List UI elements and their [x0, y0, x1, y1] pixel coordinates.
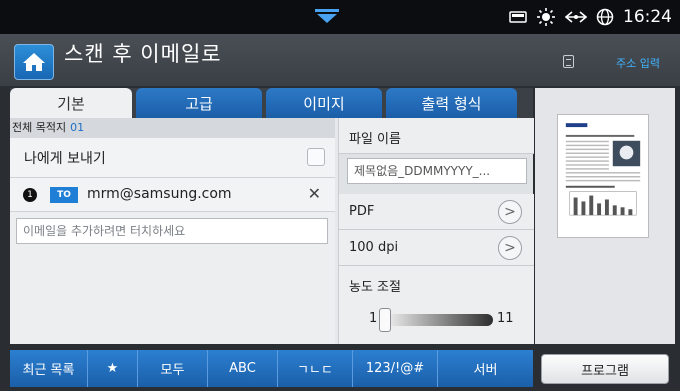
tab-output-format[interactable]: 출력 형식	[386, 88, 517, 118]
chevron-right-icon[interactable]: >	[498, 200, 522, 224]
density-label: 농도 조절	[349, 280, 401, 295]
tab-bar: 기본 고급 이미지 출력 형식	[10, 88, 533, 118]
address-entry-button[interactable]: 주소 입력	[616, 55, 660, 71]
server-button[interactable]: 서버	[438, 350, 533, 387]
pull-down-icon[interactable]	[313, 8, 341, 24]
eco-sun-icon	[537, 8, 555, 26]
preview-pane	[535, 88, 675, 344]
chevron-right-icon[interactable]: >	[498, 236, 522, 260]
globe-icon	[596, 8, 614, 26]
add-recipient-area: 이메일을 추가하려면 터치하세요	[10, 212, 335, 344]
abc-button[interactable]: ABC	[208, 350, 278, 387]
density-min-label: 1	[369, 311, 378, 326]
clock: 16:24	[623, 7, 672, 27]
keyboard-mode-bar: 최근 목록 ★ 모두 ABC ㄱㄴㄷ 123/!@# 서버	[10, 350, 533, 387]
recipient-row[interactable]: 1 TO mrm@samsung.com ✕	[10, 178, 335, 212]
korean-button[interactable]: ㄱㄴㄷ	[278, 350, 353, 387]
file-name-row: 파일 이름	[339, 118, 534, 154]
send-to-me-row[interactable]: 나에게 보내기	[10, 138, 335, 178]
density-row: 농도 조절 1 11	[339, 266, 534, 344]
address-book-icon[interactable]	[563, 55, 574, 68]
file-format-row[interactable]: PDF >	[339, 194, 534, 230]
all-button[interactable]: 모두	[138, 350, 208, 387]
file-format-value: PDF	[349, 204, 375, 219]
tab-basic[interactable]: 기본	[10, 88, 132, 118]
recipient-type-badge: TO	[50, 187, 78, 203]
destination-header: 전체 목적지 01	[10, 118, 335, 138]
tab-image[interactable]: 이미지	[266, 88, 382, 118]
settings-panel: 파일 이름 제목없음_DDMMYYYY_... PDF > 100 dpi > …	[338, 118, 534, 344]
density-slider-handle[interactable]	[379, 308, 391, 332]
home-button[interactable]	[14, 44, 54, 80]
page-title: 스캔 후 이메일로	[64, 42, 222, 66]
home-icon	[23, 53, 45, 71]
recent-list-button[interactable]: 최근 목록	[10, 350, 88, 387]
symbols-button[interactable]: 123/!@#	[353, 350, 438, 387]
tab-advanced[interactable]: 고급	[136, 88, 262, 118]
send-to-me-label: 나에게 보내기	[24, 151, 106, 167]
destination-count: 01	[70, 121, 85, 134]
density-slider[interactable]	[383, 314, 493, 326]
favorites-button[interactable]: ★	[88, 350, 138, 387]
recipient-address: mrm@samsung.com	[87, 186, 232, 202]
add-email-input[interactable]: 이메일을 추가하려면 터치하세요	[16, 218, 328, 244]
density-max-label: 11	[497, 311, 514, 326]
file-name-field[interactable]: 제목없음_DDMMYYYY_...	[347, 158, 527, 184]
title-bar: 스캔 후 이메일로 주소 입력	[0, 34, 680, 86]
remove-recipient-icon[interactable]: ✕	[308, 184, 321, 203]
send-to-me-checkbox[interactable]	[307, 148, 325, 166]
destination-header-label: 전체 목적지	[12, 121, 67, 134]
status-bar: 16:24	[0, 0, 680, 34]
program-button[interactable]: 프로그램	[541, 354, 669, 384]
file-name-label: 파일 이름	[349, 132, 401, 147]
document-preview-thumbnail[interactable]	[557, 114, 649, 238]
toner-icon	[509, 11, 527, 23]
network-icon	[565, 11, 587, 23]
recipient-index: 1	[23, 188, 37, 202]
resolution-value: 100 dpi	[349, 240, 399, 255]
resolution-row[interactable]: 100 dpi >	[339, 230, 534, 266]
